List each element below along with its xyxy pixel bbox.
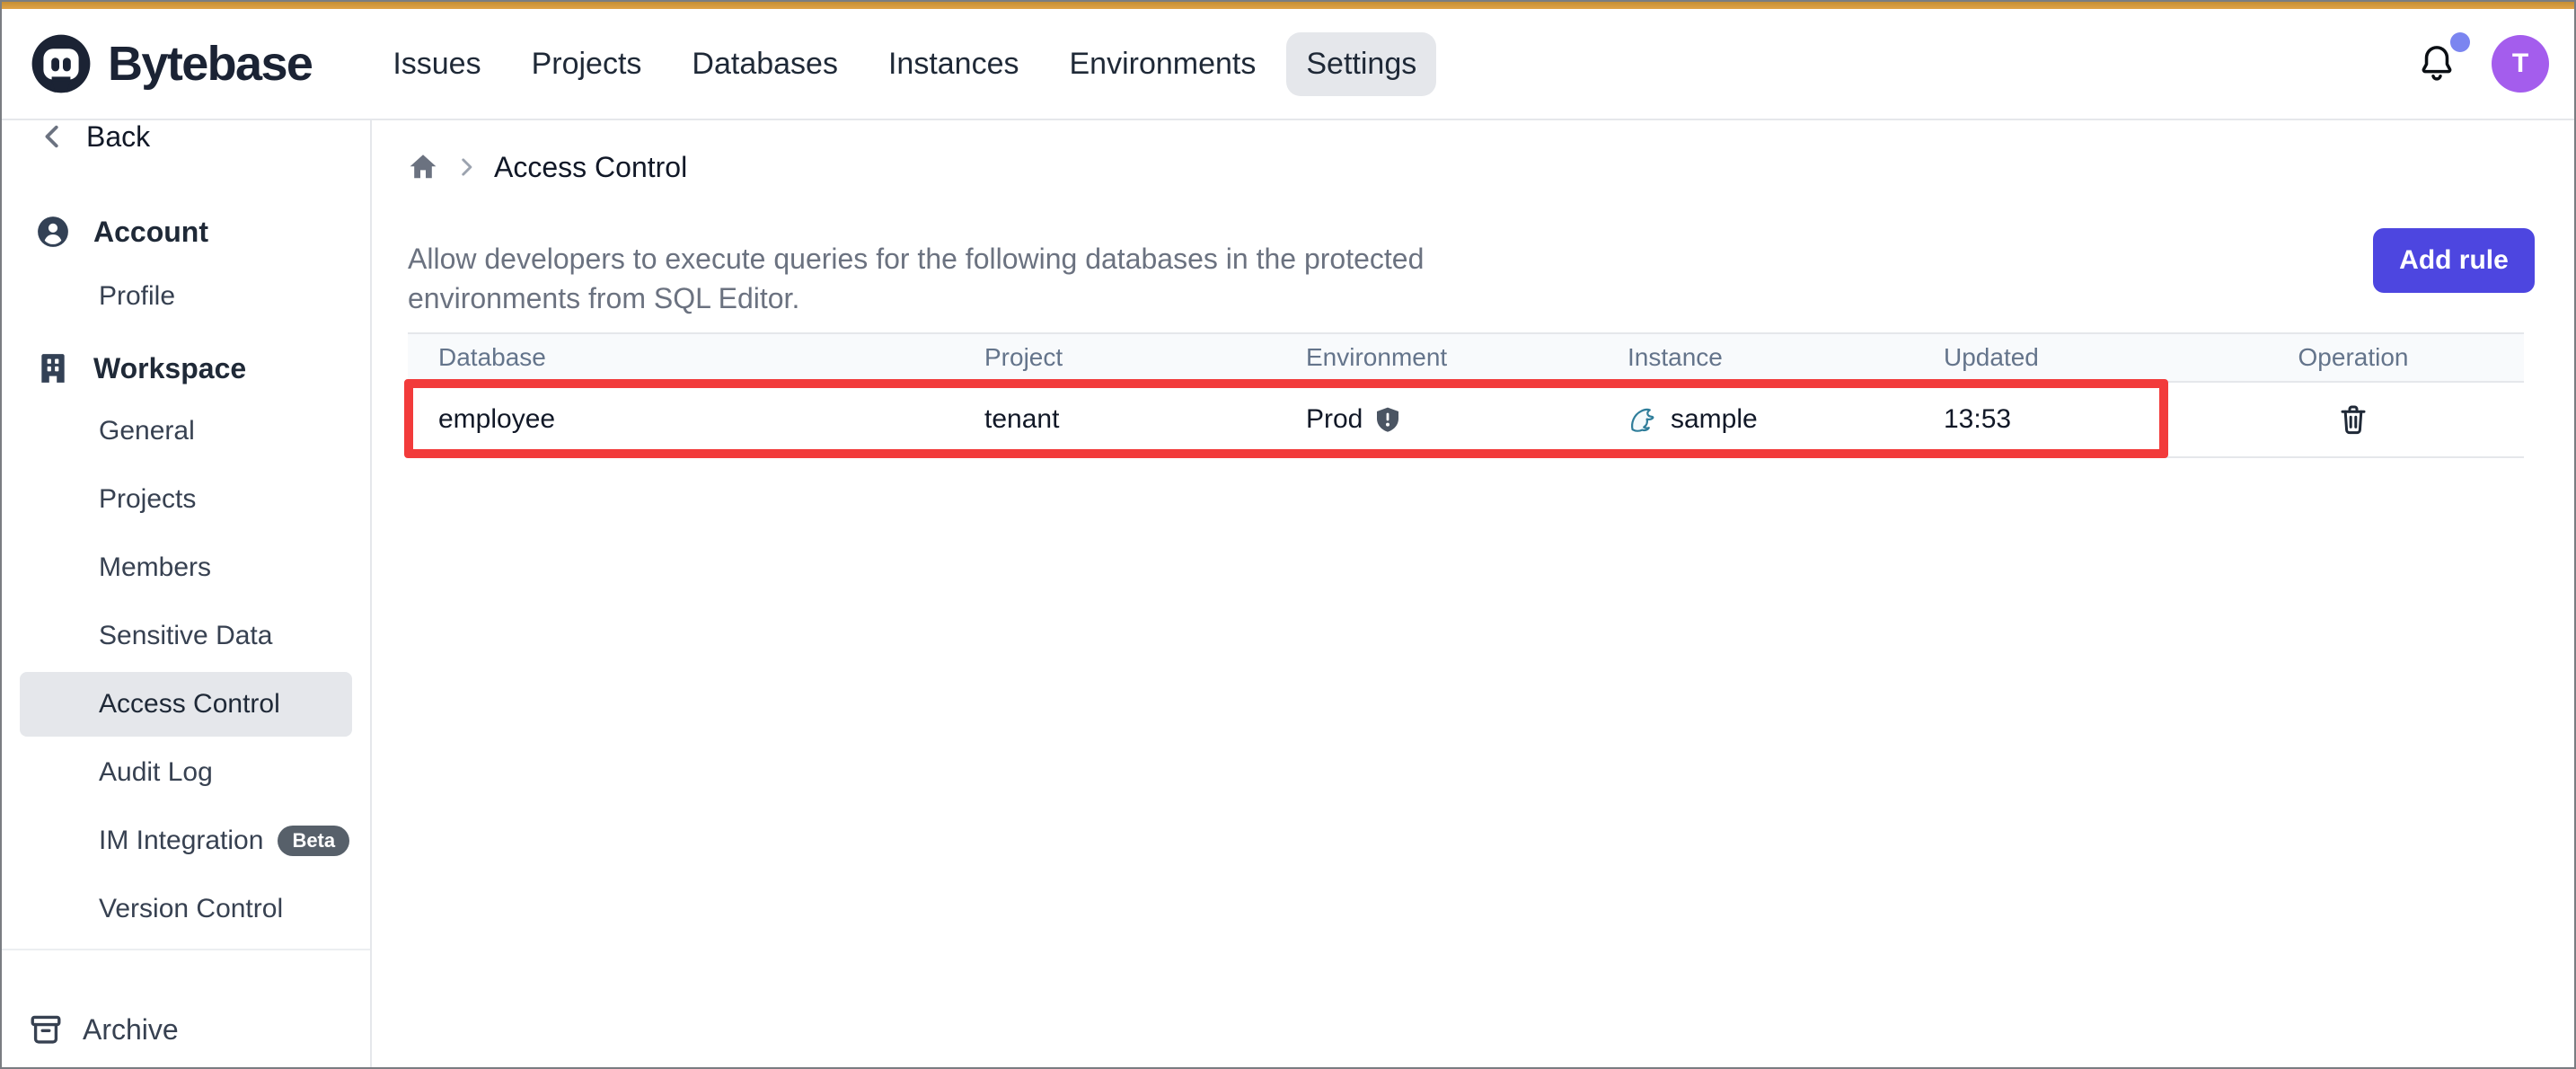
sidebar-item-members[interactable]: Members <box>20 535 352 600</box>
top-banner-strip <box>2 2 2574 9</box>
notification-dot-badge <box>2450 32 2470 52</box>
column-header-instance: Instance <box>1597 343 1913 372</box>
column-header-project: Project <box>954 343 1275 372</box>
nav-item-issues[interactable]: Issues <box>373 32 500 96</box>
sidebar-item-im-integration[interactable]: IM Integration Beta <box>20 808 352 873</box>
navbar-right: T <box>2414 35 2549 93</box>
table-row[interactable]: employee tenant Prod <box>408 383 2524 458</box>
workspace-items: General Projects Members Sensitive Data … <box>2 399 370 941</box>
settings-sidebar: Back Account Profile <box>2 120 372 1067</box>
brand-wordmark: Bytebase <box>108 36 312 92</box>
back-label: Back <box>86 120 150 154</box>
beta-badge: Beta <box>278 826 349 856</box>
archive-icon <box>29 1012 63 1047</box>
column-header-operation: Operation <box>2183 343 2524 372</box>
instance-name: sample <box>1671 404 1758 435</box>
user-circle-icon <box>36 215 70 249</box>
workspace-section-label: Workspace <box>93 352 246 385</box>
database-cell: employee <box>408 404 954 435</box>
nav-item-instances[interactable]: Instances <box>869 32 1039 96</box>
column-header-updated: Updated <box>1913 343 2183 372</box>
back-button[interactable]: Back <box>2 120 370 165</box>
brand-logo[interactable]: Bytebase <box>29 31 312 96</box>
home-icon[interactable] <box>408 152 438 182</box>
app-body: Back Account Profile <box>2 120 2574 1067</box>
column-header-environment: Environment <box>1275 343 1597 372</box>
sidebar-item-projects[interactable]: Projects <box>20 467 352 532</box>
sidebar-divider <box>2 949 370 950</box>
sidebar-item-sensitive-data[interactable]: Sensitive Data <box>20 604 352 668</box>
instance-cell: sample <box>1597 404 1913 435</box>
environment-name: Prod <box>1306 404 1363 435</box>
sidebar-item-profile[interactable]: Profile <box>2 269 370 323</box>
sidebar-item-general[interactable]: General <box>20 399 352 464</box>
bytebase-logo-icon <box>29 31 93 96</box>
delete-rule-button[interactable] <box>2335 400 2371 439</box>
chevron-right-icon <box>454 155 478 179</box>
table-header-row: Database Project Environment Instance Up… <box>408 332 2524 383</box>
sidebar-item-audit-log[interactable]: Audit Log <box>20 740 352 805</box>
trash-icon <box>2339 403 2368 436</box>
nav-item-projects[interactable]: Projects <box>512 32 662 96</box>
notification-bell-button[interactable] <box>2414 41 2459 86</box>
main-content: Access Control Allow developers to execu… <box>372 120 2574 1067</box>
building-icon <box>36 351 70 385</box>
account-section-label: Account <box>93 216 208 249</box>
sidebar-item-archive[interactable]: Archive <box>29 1003 179 1056</box>
operation-cell <box>2183 400 2524 439</box>
chevron-left-icon <box>40 123 66 150</box>
nav-item-environments[interactable]: Environments <box>1050 32 1276 96</box>
add-rule-button[interactable]: Add rule <box>2373 228 2535 293</box>
archive-label: Archive <box>83 1013 179 1047</box>
sidebar-section-account[interactable]: Account <box>2 205 370 259</box>
sidebar-item-access-control[interactable]: Access Control <box>20 672 352 737</box>
im-integration-label: IM Integration <box>99 826 263 856</box>
breadcrumb-current: Access Control <box>494 151 687 184</box>
avatar[interactable]: T <box>2492 35 2549 93</box>
shield-exclamation-icon <box>1375 406 1400 433</box>
nav-item-databases[interactable]: Databases <box>672 32 858 96</box>
sidebar-section-workspace[interactable]: Workspace <box>2 341 370 395</box>
main-nav: Issues Projects Databases Instances Envi… <box>373 32 1436 96</box>
updated-cell: 13:53 <box>1913 404 2183 435</box>
app-window: Bytebase Issues Projects Databases Insta… <box>0 0 2576 1069</box>
access-rules-table: Database Project Environment Instance Up… <box>408 332 2524 458</box>
sidebar-item-version-control[interactable]: Version Control <box>20 877 352 941</box>
column-header-database: Database <box>408 343 954 372</box>
navbar: Bytebase Issues Projects Databases Insta… <box>2 9 2574 120</box>
mysql-dolphin-icon <box>1628 405 1658 434</box>
project-cell: tenant <box>954 404 1275 435</box>
environment-cell: Prod <box>1275 404 1597 435</box>
nav-item-settings[interactable]: Settings <box>1286 32 1436 96</box>
page-description: Allow developers to execute queries for … <box>408 239 1500 318</box>
breadcrumb: Access Control <box>408 146 2574 189</box>
